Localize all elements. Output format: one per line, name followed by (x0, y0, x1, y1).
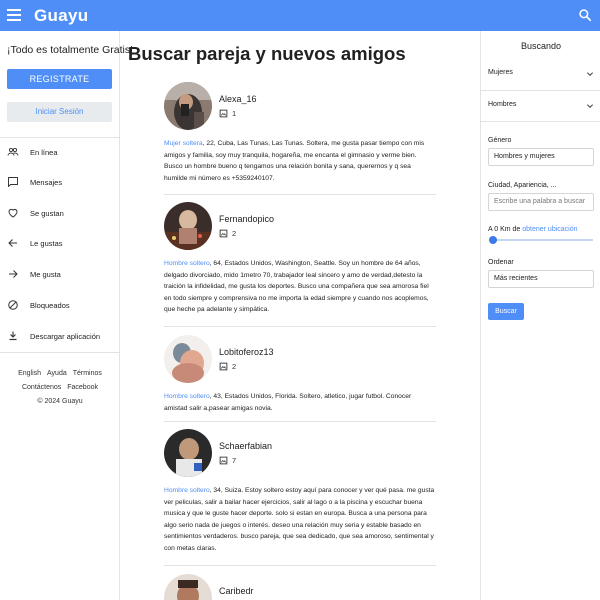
profile-username[interactable]: Alexa_16 (219, 94, 257, 104)
block-icon (8, 300, 18, 310)
search-panel-title: Buscando (520, 41, 562, 51)
profile-kind-link[interactable]: Hombre soltero (164, 487, 210, 494)
divider (164, 421, 436, 422)
left-sidebar: ¡Todo es totalmente Gratis! REGISTRATE I… (0, 31, 133, 600)
profile-text: , 34, Suiza. Estoy soltero estoy aquí pa… (164, 487, 435, 552)
right-sidebar: Buscando Mujeres Hombres Género Hombres … (480, 31, 600, 600)
distance-text: A 0 Km de (488, 226, 523, 233)
nav-label: En línea (30, 147, 58, 157)
nav-label: Se gustan (30, 208, 64, 218)
looking-for-select[interactable]: Mujeres (488, 69, 594, 83)
divider (0, 352, 120, 353)
profile-description: Hombre soltero, 43, Estados Unidos, Flor… (164, 391, 436, 414)
profile-description: Hombre soltero, 34, Suiza. Estoy soltero… (164, 485, 436, 554)
nav-item-messages[interactable]: Mensajes (0, 170, 119, 194)
get-location-link[interactable]: obtener ubicación (522, 226, 577, 233)
divider (164, 194, 436, 195)
login-button[interactable]: Iniciar Sesión (7, 102, 112, 122)
profile-description: Hombre soltero, 64, Estados Unidos, Wash… (164, 258, 436, 316)
hamburger-menu-icon[interactable] (7, 9, 21, 21)
distance-label: A 0 Km de obtener ubicación (488, 226, 578, 233)
nav-item-matches[interactable]: Se gustan (0, 201, 119, 225)
order-label: Ordenar (488, 259, 514, 266)
distance-slider-handle[interactable] (489, 236, 497, 244)
photo-count-value: 7 (232, 456, 237, 465)
photo-count-value: 2 (232, 362, 237, 371)
footer-link-english[interactable]: English (18, 370, 41, 377)
footer-link-terms[interactable]: Términos (73, 370, 102, 377)
profile-kind-link[interactable]: Hombre soltero (164, 393, 210, 400)
divider (164, 565, 436, 566)
chevron-down-icon (586, 104, 594, 109)
people-icon (7, 147, 19, 156)
page-title: Buscar pareja y nuevos amigos (128, 43, 406, 64)
promo-text: ¡Todo es totalmente Gratis! (7, 44, 134, 56)
profile-text: , 22, Cuba, Las Tunas, Las Tunas. Solter… (164, 140, 425, 182)
arrow-right-icon (9, 270, 18, 278)
footer-link-help[interactable]: Ayuda (47, 370, 67, 377)
avatar[interactable] (164, 202, 212, 250)
chevron-down-icon (586, 72, 594, 77)
profile-username[interactable]: Caribedr (219, 586, 254, 596)
photo-icon (219, 229, 228, 238)
avatar[interactable] (164, 429, 212, 477)
gender-select[interactable]: Hombres y mujeres (488, 148, 594, 166)
nav-item-blocked[interactable]: Bloqueados (0, 293, 119, 317)
divider (481, 121, 600, 122)
i-am-select[interactable]: Hombres (488, 101, 594, 115)
avatar[interactable] (164, 82, 212, 130)
photo-icon (219, 362, 228, 371)
nav-label: Me gusta (30, 269, 61, 279)
nav-item-online[interactable]: En línea (0, 140, 119, 164)
main-content: Buscar pareja y nuevos amigos Alexa_16 1… (121, 31, 479, 600)
i-am-value: Hombres (488, 101, 517, 108)
order-select[interactable]: Más recientes (488, 270, 594, 288)
gender-label: Género (488, 137, 512, 144)
footer-link-facebook[interactable]: Facebook (67, 384, 98, 391)
photo-icon (219, 109, 228, 118)
nav-item-i-like[interactable]: Me gusta (0, 262, 119, 286)
profile-text: , 64, Estados Unidos, Washington, Seattl… (164, 260, 429, 313)
download-icon (9, 331, 17, 341)
distance-slider-track[interactable] (491, 239, 593, 241)
top-app-bar: Guayu (0, 0, 600, 31)
nav-label: Bloqueados (30, 300, 70, 310)
nav-label: Descargar aplicación (30, 331, 101, 341)
profile-kind-link[interactable]: Mujer soltera (164, 140, 203, 147)
photo-count: 1 (219, 109, 236, 118)
chat-icon (8, 177, 18, 187)
city-label: Ciudad, Apariencia, ... (488, 182, 557, 189)
footer-link-contact[interactable]: Contáctenos (22, 384, 61, 391)
divider (164, 326, 436, 327)
photo-count-value: 1 (232, 109, 237, 118)
search-button[interactable]: Buscar (488, 303, 524, 320)
photo-count: 7 (219, 456, 236, 465)
avatar[interactable] (164, 574, 212, 600)
brand-logo[interactable]: Guayu (34, 6, 88, 26)
photo-count-value: 2 (232, 229, 237, 238)
profile-username[interactable]: Schaerfabian (219, 441, 272, 451)
arrow-left-icon (8, 239, 17, 247)
footer-links: English Ayuda Términos Contáctenos Faceb… (0, 367, 120, 409)
copyright: © 2024 Guayu (37, 398, 83, 405)
keyword-search-input[interactable]: Escribe una palabra a buscar (488, 193, 594, 211)
profile-username[interactable]: Fernandopico (219, 214, 274, 224)
divider (481, 90, 600, 91)
photo-count: 2 (219, 229, 236, 238)
profile-kind-link[interactable]: Hombre soltero (164, 260, 210, 267)
photo-icon (219, 456, 228, 465)
looking-for-value: Mujeres (488, 69, 513, 76)
nav-label: Mensajes (30, 177, 63, 187)
avatar[interactable] (164, 335, 212, 383)
divider (0, 137, 120, 138)
nav-label: Le gustas (30, 238, 63, 248)
register-button[interactable]: REGISTRATE (7, 69, 112, 89)
photo-count: 2 (219, 362, 236, 371)
profile-username[interactable]: Lobitoferoz13 (219, 347, 274, 357)
nav-item-download-app[interactable]: Descargar aplicación (0, 324, 119, 348)
nav-item-likes-you[interactable]: Le gustas (0, 231, 119, 255)
profile-description: Mujer soltera, 22, Cuba, Las Tunas, Las … (164, 138, 436, 184)
search-icon[interactable] (578, 8, 592, 22)
heart-icon (8, 208, 18, 218)
